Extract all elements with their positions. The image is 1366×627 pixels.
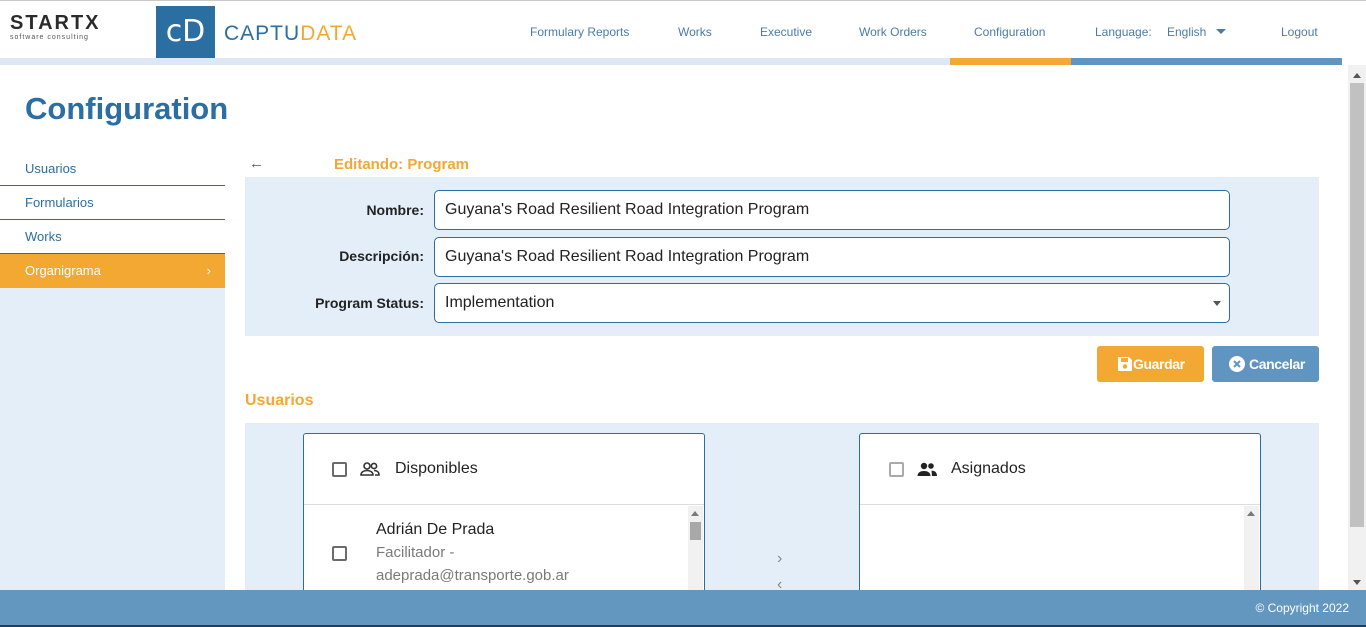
scroll-up-icon[interactable] xyxy=(1247,511,1255,516)
sidebar-item-organigrama[interactable]: Organigrama › xyxy=(0,254,225,288)
language-select[interactable]: English xyxy=(1167,24,1206,40)
close-circle-icon xyxy=(1229,356,1245,372)
sidebar-item-usuarios[interactable]: Usuarios xyxy=(0,152,225,186)
startx-logo-word: STARTX xyxy=(10,12,101,34)
program-status-label: Program Status: xyxy=(315,295,424,311)
nav-work-orders[interactable]: Work Orders xyxy=(859,24,927,40)
data-text: DATA xyxy=(300,22,358,45)
select-all-assigned-checkbox[interactable] xyxy=(889,462,904,477)
assigned-list-title: Asignados xyxy=(951,460,1026,477)
descripcion-label: Descripción: xyxy=(339,248,424,264)
language-label: Language: xyxy=(1095,25,1152,39)
save-button-label: Guardar xyxy=(1133,356,1185,372)
sidebar: Usuarios Formularios Works Organigrama › xyxy=(0,152,225,592)
users-section-title: Usuarios xyxy=(245,392,314,409)
nombre-label: Nombre: xyxy=(366,202,424,218)
scrollbar-thumb[interactable] xyxy=(690,522,701,540)
copyright-text: © Copyright 2022 xyxy=(1255,601,1349,615)
startx-logo[interactable]: STARTX software consulting xyxy=(10,13,150,47)
descripcion-field[interactable]: Guyana's Road Resilient Road Integration… xyxy=(434,237,1230,277)
save-button[interactable]: Guardar xyxy=(1097,346,1204,382)
sidebar-item-label: Usuarios xyxy=(25,161,77,176)
assigned-list-header: Asignados xyxy=(860,434,1260,505)
user-email: adeprada@transporte.gob.ar xyxy=(376,567,569,584)
scrollbar-thumb[interactable] xyxy=(1350,83,1364,527)
captudata-logo-mark[interactable]: cD xyxy=(156,6,215,61)
cancel-button[interactable]: Cancelar xyxy=(1212,346,1319,382)
page-scrollbar[interactable] xyxy=(1348,65,1366,590)
footer: © Copyright 2022 xyxy=(0,590,1366,627)
available-users-list: Disponibles Adrián De Prada Facilitador … xyxy=(303,433,705,603)
chevron-down-icon xyxy=(1213,301,1221,306)
back-arrow-icon[interactable]: ← xyxy=(249,156,265,172)
captudata-logo-text[interactable]: CAPTUDATA xyxy=(224,22,357,46)
nav-configuration[interactable]: Configuration xyxy=(974,24,1045,40)
users-transfer-panel: Disponibles Adrián De Prada Facilitador … xyxy=(245,423,1319,603)
chevron-down-icon[interactable] xyxy=(1216,29,1226,34)
user-role: Facilitador - xyxy=(376,544,455,561)
active-nav-indicator xyxy=(950,58,1071,65)
assigned-list-scrollbar[interactable] xyxy=(1244,506,1259,602)
captu-text: CAPTU xyxy=(224,22,301,45)
nav-executive[interactable]: Executive xyxy=(760,24,812,40)
chevron-right-icon: › xyxy=(206,263,211,278)
program-status-value: Implementation xyxy=(445,294,555,311)
group-outline-icon xyxy=(360,462,380,476)
user-name: Adrián De Prada xyxy=(376,521,495,538)
sidebar-item-works[interactable]: Works xyxy=(0,220,225,254)
assigned-users-list: Asignados xyxy=(859,433,1261,603)
scroll-down-icon[interactable] xyxy=(1353,580,1361,585)
select-all-available-checkbox[interactable] xyxy=(332,462,347,477)
scroll-up-icon[interactable] xyxy=(1353,73,1361,78)
sidebar-item-label: Organigrama xyxy=(25,263,101,278)
sidebar-item-label: Works xyxy=(25,229,62,244)
floppy-disk-icon xyxy=(1118,357,1132,371)
header-accent-bar xyxy=(1071,58,1342,65)
header-strip xyxy=(0,58,1342,65)
nombre-field[interactable]: Guyana's Road Resilient Road Integration… xyxy=(434,190,1230,230)
logout-link[interactable]: Logout xyxy=(1281,24,1318,40)
startx-logo-tagline: software consulting xyxy=(10,34,89,41)
group-filled-icon xyxy=(917,462,937,476)
top-header: STARTX software consulting cD CAPTUDATA … xyxy=(0,0,1366,61)
sidebar-item-formularios[interactable]: Formularios xyxy=(0,186,225,220)
available-list-scrollbar[interactable] xyxy=(688,506,703,602)
program-status-select[interactable]: Implementation xyxy=(434,283,1230,323)
user-checkbox[interactable] xyxy=(332,546,347,561)
page-title: Configuration xyxy=(25,91,229,126)
nav-works[interactable]: Works xyxy=(678,24,712,40)
available-list-header: Disponibles xyxy=(304,434,704,505)
scroll-up-icon[interactable] xyxy=(691,511,699,516)
editing-title: Editando: Program xyxy=(334,156,470,173)
nav-formulary-reports[interactable]: Formulary Reports xyxy=(530,24,629,40)
sidebar-item-label: Formularios xyxy=(25,195,94,210)
program-form: Nombre: Guyana's Road Resilient Road Int… xyxy=(245,177,1319,336)
move-right-icon[interactable]: › xyxy=(777,551,782,567)
available-list-title: Disponibles xyxy=(395,460,478,477)
cancel-button-label: Cancelar xyxy=(1249,356,1305,372)
